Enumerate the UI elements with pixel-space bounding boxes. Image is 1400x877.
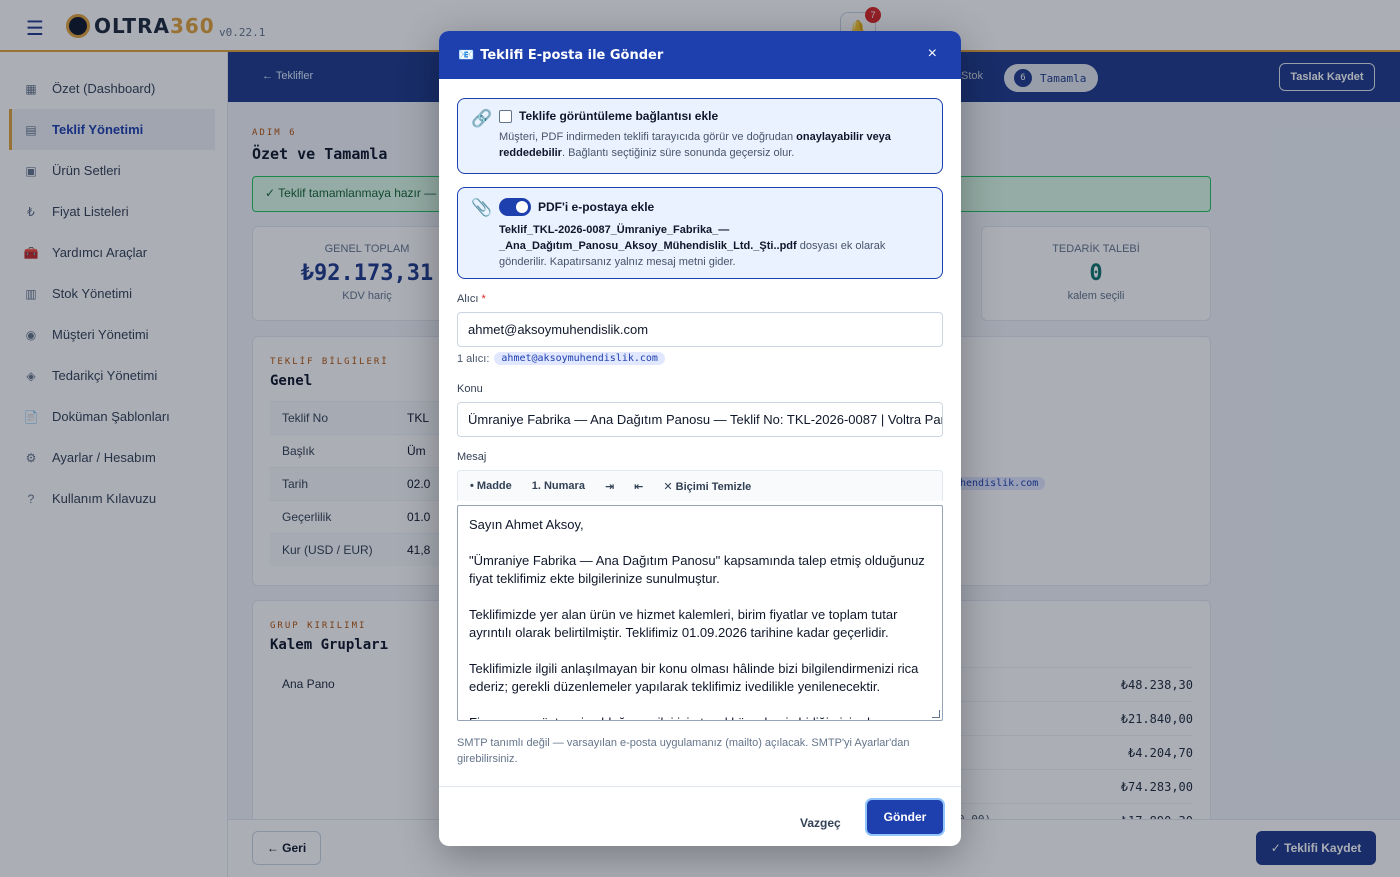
modal-header: 📧 Teklifi E-posta ile Gönder ×: [439, 31, 961, 79]
close-button[interactable]: ×: [928, 45, 937, 63]
send-button[interactable]: Gönder: [867, 800, 943, 834]
smtp-note: SMTP tanımlı değil — varsayılan e-posta …: [457, 737, 910, 765]
email-modal: 📧 Teklifi E-posta ile Gönder × 🔗 Teklife…: [439, 31, 961, 846]
modal-title: Teklifi E-posta ile Gönder: [480, 47, 664, 63]
envelope-icon: 📧: [458, 47, 475, 62]
view-link-checkbox[interactable]: [499, 109, 512, 123]
attach-pdf-title: PDF'i e-postaya ekle: [538, 200, 655, 214]
message-paragraph: "Ümraniye Fabrika — Ana Dağıtım Panosu" …: [469, 553, 925, 586]
message-paragraph: Firmamıza göstermiş olduğunuz ilgi için …: [469, 714, 931, 720]
recipient-chip[interactable]: ahmet@aksoymuhendislik.com: [494, 352, 665, 365]
paperclip-icon: 📎: [471, 198, 493, 217]
attach-pdf-desc: Teklif_TKL-2026-0087_Ümraniye_Fabrika_—_…: [499, 224, 886, 268]
message-label: Mesaj: [457, 451, 487, 463]
recipient-count: 1 alıcı:: [457, 352, 490, 365]
recipient-input[interactable]: ahmet@aksoymuhendislik.com: [457, 312, 943, 347]
bullet-list-button[interactable]: • Madde: [470, 480, 512, 492]
outdent-button[interactable]: ⇤: [634, 480, 643, 493]
indent-button[interactable]: ⇥: [605, 480, 614, 493]
message-paragraph: Teklifimizle ilgili anlaşılmayan bir kon…: [469, 661, 919, 694]
subject-input[interactable]: Ümraniye Fabrika — Ana Dağıtım Panosu — …: [457, 402, 943, 437]
message-paragraph: Teklifimizde yer alan ürün ve hizmet kal…: [469, 607, 898, 640]
numbered-list-button[interactable]: 1. Numara: [532, 480, 585, 492]
recipient-summary: 1 alıcı: ahmet@aksoymuhendislik.com: [457, 352, 665, 365]
message-editor[interactable]: Sayın Ahmet Aksoy, "Ümraniye Fabrika — An…: [457, 505, 943, 721]
clear-format-button[interactable]: ✕ Biçimi Temizle: [663, 480, 751, 493]
recipient-label: Alıcı *: [457, 293, 486, 305]
message-paragraph: Sayın Ahmet Aksoy,: [469, 517, 584, 532]
editor-toolbar: • Madde 1. Numara ⇥ ⇤ ✕ Biçimi Temizle: [457, 470, 943, 501]
subject-label: Konu: [457, 383, 483, 395]
view-link-desc: Müşteri, PDF indirmeden teklifi tarayıcı…: [499, 131, 891, 159]
attach-pdf-toggle[interactable]: [499, 198, 531, 216]
view-link-option[interactable]: 🔗 Teklife görüntüleme bağlantısı ekle Mü…: [457, 98, 943, 174]
attach-pdf-option[interactable]: 📎 PDF'i e-postaya ekle Teklif_TKL-2026-0…: [457, 187, 943, 279]
cancel-button[interactable]: Vazgeç: [800, 816, 841, 830]
view-link-title: Teklife görüntüleme bağlantısı ekle: [519, 109, 719, 123]
link-icon: 🔗: [471, 109, 493, 128]
resize-handle-icon[interactable]: [932, 710, 940, 718]
